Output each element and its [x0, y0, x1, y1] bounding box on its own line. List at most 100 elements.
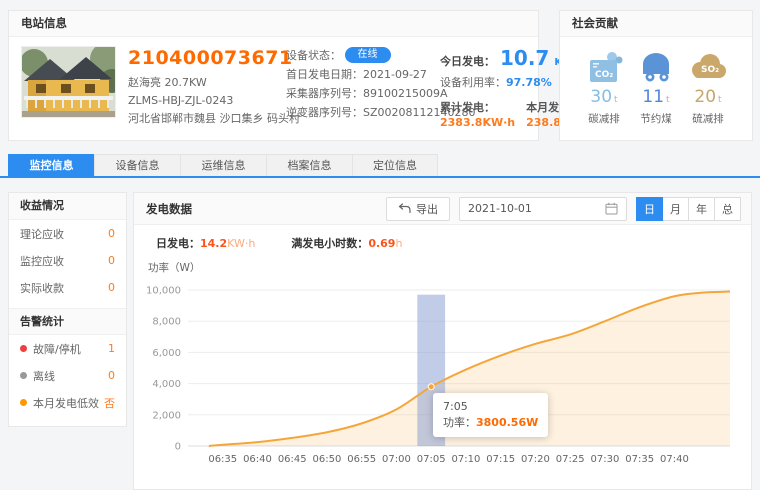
range-year-button[interactable]: 年	[688, 197, 715, 221]
station-capacity: 20.7KW	[165, 76, 207, 89]
range-total-button[interactable]: 总	[714, 197, 741, 221]
date-input[interactable]	[468, 202, 586, 215]
carbon-reduction-value: 30t	[578, 87, 630, 107]
utilization-value: 97.78%	[506, 76, 552, 89]
first-generation-row: 首日发电日期：2021-09-27	[286, 65, 424, 84]
chart-controls: 导出 日 月 年	[386, 197, 741, 221]
calendar-icon	[605, 202, 618, 215]
social-panel-title: 社会贡献	[560, 11, 752, 37]
top-row: 电站信息	[8, 10, 752, 141]
tab-archive-info[interactable]: 档案信息	[266, 154, 352, 176]
svg-text:07:30: 07:30	[591, 454, 620, 465]
tab-ops-info[interactable]: 运维信息	[180, 154, 266, 176]
device-status-label: 设备状态：	[286, 49, 341, 62]
device-status-row: 设备状态： 在线	[286, 46, 424, 65]
export-label: 导出	[416, 201, 438, 217]
export-button[interactable]: 导出	[386, 197, 450, 221]
station-owner: 赵海亮	[128, 76, 161, 89]
export-arrow-icon	[398, 203, 411, 214]
chart-title: 发电数据	[146, 201, 192, 217]
svg-text:06:55: 06:55	[347, 454, 376, 465]
sulfur-reduction-item: SO₂ 20t 硫减排	[682, 48, 734, 126]
svg-text:07:05: 07:05	[417, 454, 446, 465]
sulfur-reduction-label: 硫减排	[682, 111, 734, 126]
offline-dot-icon	[20, 372, 27, 379]
svg-text:07:35: 07:35	[625, 454, 654, 465]
svg-text:06:45: 06:45	[278, 454, 307, 465]
alarm-row-offline: 离线 0	[9, 362, 126, 389]
svg-text:8,000: 8,000	[152, 317, 181, 328]
main-row: 收益情况 理论应收 0 监控应收 0 实际收款 0 告警统计 故障/停机 1 离…	[8, 192, 752, 490]
date-picker[interactable]	[459, 197, 627, 221]
svg-text:07:00: 07:00	[382, 454, 411, 465]
alarm-label: 离线	[20, 368, 55, 384]
station-code: ZLMS-HBJ-ZJL-0243	[128, 92, 274, 110]
range-month-button[interactable]: 月	[662, 197, 689, 221]
total-generation-value: 2383.8KW·h	[440, 115, 515, 131]
svg-text:07:10: 07:10	[452, 454, 481, 465]
svg-text:07:25: 07:25	[556, 454, 585, 465]
svg-text:6,000: 6,000	[152, 348, 181, 359]
today-generation-value: 10.7	[500, 46, 549, 70]
station-identity: 210400073671 赵海亮 20.7KW ZLMS-HBJ-ZJL-024…	[128, 46, 274, 131]
alarm-value: 1	[108, 342, 115, 355]
tab-device-info[interactable]: 设备信息	[94, 154, 180, 176]
svg-text:4,000: 4,000	[152, 379, 181, 390]
revenue-row-theoretical: 理论应收 0	[9, 220, 126, 247]
chart-body: 日发电：14.2KW·h 满发电小时数：0.69h 功率（W） 02,0004,…	[134, 225, 751, 489]
total-generation-stat: 累计发电： 2383.8KW·h	[440, 100, 515, 131]
station-owner-capacity: 赵海亮 20.7KW	[128, 74, 274, 92]
station-panel-title: 电站信息	[9, 11, 538, 37]
inverter-serial-row: 逆变器序列号：SZ00208112140280	[286, 103, 424, 122]
first-generation-value: 2021-09-27	[363, 68, 427, 81]
station-id: 210400073671	[128, 47, 274, 69]
today-generation-label: 今日发电：	[440, 53, 495, 69]
alarm-row-fault: 故障/停机 1	[9, 335, 126, 362]
revenue-value: 0	[108, 281, 115, 294]
alarm-label: 故障/停机	[20, 341, 81, 357]
revenue-label: 实际收款	[20, 280, 64, 296]
alarm-label: 本月发电低效	[20, 395, 99, 411]
range-button-group: 日 月 年 总	[636, 197, 741, 221]
tab-monitoring-info[interactable]: 监控信息	[8, 154, 94, 176]
chart-area[interactable]: 02,0004,0006,0008,00010,00006:3506:4006:…	[144, 276, 738, 485]
generation-data-panel: 发电数据 导出	[133, 192, 752, 490]
fault-dot-icon	[20, 345, 27, 352]
chart-tooltip: 7:05 功率：3800.56W	[433, 393, 548, 437]
revenue-label: 监控应收	[20, 253, 64, 269]
social-body: CO₂ 30t 碳减排	[560, 37, 752, 134]
social-contribution-panel: 社会贡献 CO₂ 30t 碳减排	[559, 10, 753, 141]
daily-generation-unit: KW·h	[227, 237, 255, 250]
range-day-button[interactable]: 日	[636, 197, 663, 221]
y-axis-title: 功率（W）	[148, 260, 741, 275]
collector-serial-row: 采集器序列号：89100215009A	[286, 84, 424, 103]
alarm-row-low-efficiency: 本月发电低效 否	[9, 389, 126, 416]
daily-generation-stat: 日发电：14.2KW·h	[156, 235, 255, 251]
first-generation-label: 首日发电日期：	[286, 68, 363, 81]
full-hours-value: 0.69	[368, 237, 395, 250]
sulfur-reduction-icon: SO₂	[682, 48, 734, 84]
tab-location-info[interactable]: 定位信息	[352, 154, 438, 176]
full-hours-unit: h	[395, 237, 402, 250]
chart-header: 发电数据 导出	[134, 193, 751, 225]
full-hours-stat: 满发电小时数：0.69h	[291, 235, 402, 251]
utilization-label: 设备利用率：	[440, 76, 506, 89]
generation-chart-svg[interactable]: 02,0004,0006,0008,00010,00006:3506:4006:…	[144, 276, 738, 482]
svg-text:07:15: 07:15	[486, 454, 515, 465]
house-illustration	[22, 47, 115, 117]
alarm-value: 0	[108, 369, 115, 382]
svg-text:06:40: 06:40	[243, 454, 272, 465]
coal-saving-icon	[630, 48, 682, 84]
svg-text:CO₂: CO₂	[595, 70, 613, 80]
svg-text:07:20: 07:20	[521, 454, 550, 465]
svg-text:06:50: 06:50	[313, 454, 342, 465]
svg-text:SO₂: SO₂	[701, 65, 719, 75]
tooltip-power: 功率：3800.56W	[443, 415, 538, 431]
alarm-section-title: 告警统计	[9, 308, 126, 335]
daily-generation-value: 14.2	[200, 237, 227, 250]
revenue-section-title: 收益情况	[9, 193, 126, 220]
page: 电站信息	[0, 10, 760, 490]
revenue-value: 0	[108, 227, 115, 240]
daily-stats-line: 日发电：14.2KW·h 满发电小时数：0.69h	[144, 235, 741, 251]
status-badge: 在线	[345, 47, 391, 63]
